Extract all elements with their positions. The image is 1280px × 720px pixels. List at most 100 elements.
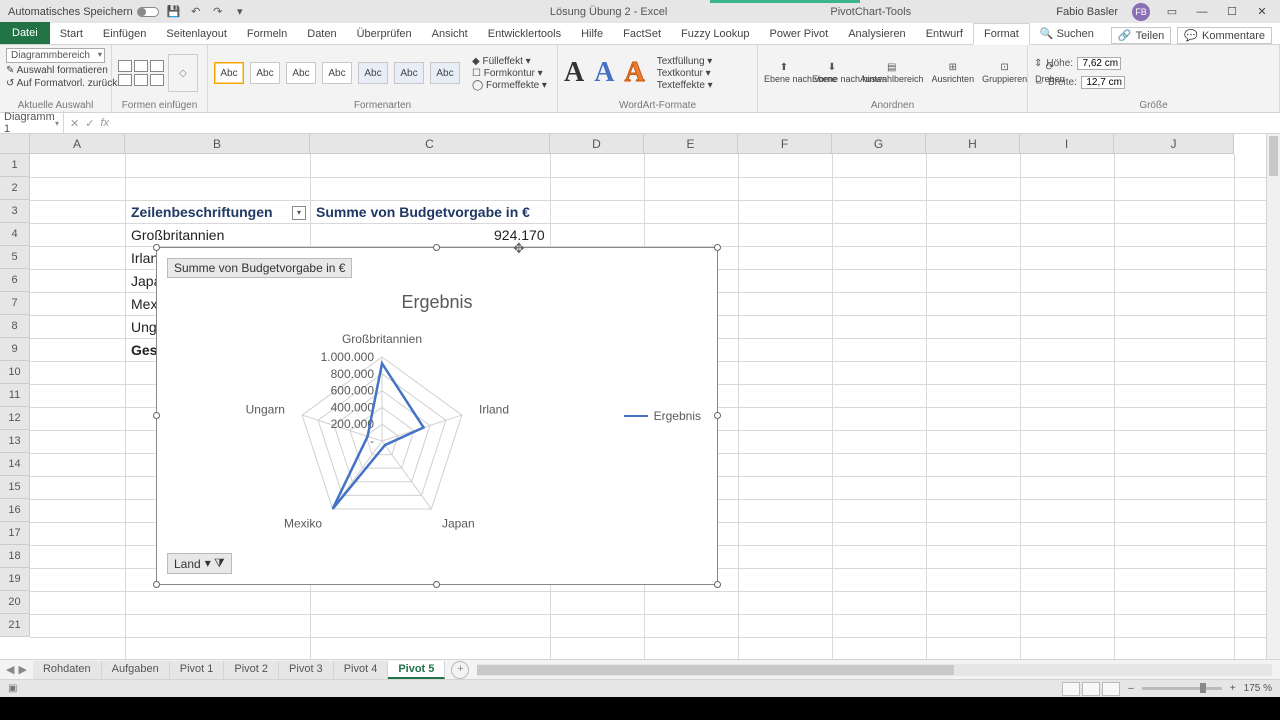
- tab-datei[interactable]: Datei: [0, 22, 50, 44]
- group-icon[interactable]: ⊡: [1000, 62, 1008, 73]
- row-header[interactable]: 3: [0, 200, 30, 223]
- fx-icon[interactable]: fx: [100, 117, 109, 130]
- row-header[interactable]: 20: [0, 591, 30, 614]
- cancel-formula-icon[interactable]: ✕: [70, 117, 79, 130]
- column-header[interactable]: A: [30, 134, 125, 154]
- zoom-level[interactable]: 175 %: [1244, 683, 1272, 694]
- close-icon[interactable]: ✕: [1254, 5, 1270, 18]
- record-macro-icon[interactable]: ▣: [0, 683, 25, 694]
- row-header[interactable]: 5: [0, 246, 30, 269]
- share-button[interactable]: 🔗 Teilen: [1111, 27, 1171, 44]
- tab-ueberpruefen[interactable]: Überprüfen: [347, 24, 422, 44]
- undo-icon[interactable]: ↶: [189, 5, 203, 19]
- horizontal-scrollbar[interactable]: [477, 664, 1272, 676]
- chart-element-dropdown[interactable]: Diagrammbereich: [6, 48, 105, 63]
- tab-entwurf[interactable]: Entwurf: [916, 24, 973, 44]
- redo-icon[interactable]: ↷: [211, 5, 225, 19]
- page-break-view-icon[interactable]: [1102, 682, 1120, 696]
- text-effects-button[interactable]: Texteffekte ▾: [657, 80, 713, 91]
- ribbon-display-icon[interactable]: ▭: [1164, 5, 1180, 18]
- tab-format[interactable]: Format: [973, 23, 1030, 45]
- sheet-tab[interactable]: Aufgaben: [102, 661, 170, 679]
- sheet-nav-prev-icon[interactable]: ◀: [6, 663, 14, 676]
- enter-formula-icon[interactable]: ✓: [85, 117, 94, 130]
- chart-title[interactable]: Ergebnis: [157, 292, 717, 313]
- sheet-tab[interactable]: Pivot 4: [334, 661, 389, 679]
- row-header[interactable]: 9: [0, 338, 30, 361]
- tab-fuzzy-lookup[interactable]: Fuzzy Lookup: [671, 24, 759, 44]
- column-header[interactable]: B: [125, 134, 310, 154]
- column-header[interactable]: G: [832, 134, 926, 154]
- text-outline-button[interactable]: Textkontur ▾: [657, 68, 713, 79]
- row-header[interactable]: 2: [0, 177, 30, 200]
- column-header[interactable]: J: [1114, 134, 1234, 154]
- shape-effects-button[interactable]: ◯ Formeffekte ▾: [472, 80, 547, 91]
- add-sheet-button[interactable]: +: [451, 661, 469, 679]
- select-all-corner[interactable]: [0, 134, 30, 154]
- selection-pane-icon[interactable]: ▤: [887, 62, 896, 73]
- change-shape-button[interactable]: ◇: [168, 54, 198, 92]
- text-fill-button[interactable]: Textfüllung ▾: [657, 56, 713, 67]
- sheet-tab[interactable]: Rohdaten: [33, 661, 102, 679]
- page-layout-view-icon[interactable]: [1082, 682, 1100, 696]
- shape-height-input[interactable]: [1077, 57, 1121, 70]
- row-header[interactable]: 18: [0, 545, 30, 568]
- tab-seitenlayout[interactable]: Seitenlayout: [156, 24, 237, 44]
- column-header[interactable]: I: [1020, 134, 1114, 154]
- tab-einfuegen[interactable]: Einfügen: [93, 24, 156, 44]
- column-header[interactable]: H: [926, 134, 1020, 154]
- chart-legend[interactable]: Ergebnis: [624, 409, 701, 423]
- pivot-chart[interactable]: Summe von Budgetvorgabe in € Ergebnis Er…: [156, 247, 718, 585]
- sheet-tab[interactable]: Pivot 3: [279, 661, 334, 679]
- wordart-gallery[interactable]: AAA: [564, 57, 645, 89]
- zoom-slider[interactable]: [1142, 687, 1222, 690]
- sheet-tab[interactable]: Pivot 2: [224, 661, 279, 679]
- sheet-tab[interactable]: Pivot 5: [388, 661, 445, 679]
- column-header[interactable]: E: [644, 134, 738, 154]
- shape-outline-button[interactable]: ☐ Formkontur ▾: [472, 68, 547, 79]
- save-icon[interactable]: 💾: [167, 5, 181, 19]
- value-field-button[interactable]: Summe von Budgetvorgabe in €: [167, 258, 352, 278]
- bring-forward-icon[interactable]: ⬆: [780, 62, 788, 73]
- tab-analysieren[interactable]: Analysieren: [838, 24, 915, 44]
- qat-customize-icon[interactable]: ▾: [233, 5, 247, 19]
- tab-hilfe[interactable]: Hilfe: [571, 24, 613, 44]
- column-header[interactable]: F: [738, 134, 832, 154]
- normal-view-icon[interactable]: [1062, 682, 1080, 696]
- autosave-toggle[interactable]: Automatisches Speichern: [8, 6, 159, 18]
- row-header[interactable]: 13: [0, 430, 30, 453]
- row-header[interactable]: 10: [0, 361, 30, 384]
- row-labels-filter-icon[interactable]: ▾: [292, 206, 306, 220]
- zoom-in-icon[interactable]: +: [1230, 683, 1236, 694]
- row-header[interactable]: 16: [0, 499, 30, 522]
- comments-button[interactable]: 💬 Kommentare: [1177, 27, 1272, 44]
- avatar[interactable]: FB: [1132, 3, 1150, 21]
- shape-style-gallery[interactable]: Abc Abc Abc Abc Abc Abc Abc: [214, 62, 460, 84]
- row-header[interactable]: 12: [0, 407, 30, 430]
- row-header[interactable]: 4: [0, 223, 30, 246]
- row-header[interactable]: 17: [0, 522, 30, 545]
- row-header[interactable]: 6: [0, 269, 30, 292]
- vertical-scrollbar[interactable]: [1266, 134, 1280, 659]
- tab-power-pivot[interactable]: Power Pivot: [760, 24, 839, 44]
- column-header[interactable]: C: [310, 134, 550, 154]
- row-header[interactable]: 8: [0, 315, 30, 338]
- worksheet-grid[interactable]: ABCDEFGHIJ 12345678910111213141516171819…: [0, 134, 1280, 659]
- tab-factset[interactable]: FactSet: [613, 24, 671, 44]
- format-selection-button[interactable]: ✎ Auswahl formatieren: [6, 65, 108, 76]
- reset-style-button[interactable]: ↺ Auf Formatvorl. zurücks.: [6, 78, 125, 89]
- row-header[interactable]: 14: [0, 453, 30, 476]
- column-header[interactable]: D: [550, 134, 644, 154]
- row-header[interactable]: 15: [0, 476, 30, 499]
- row-header[interactable]: 19: [0, 568, 30, 591]
- tab-daten[interactable]: Daten: [297, 24, 346, 44]
- tab-ansicht[interactable]: Ansicht: [422, 24, 478, 44]
- shape-gallery[interactable]: [118, 60, 164, 86]
- row-header[interactable]: 11: [0, 384, 30, 407]
- send-backward-icon[interactable]: ⬇: [828, 62, 836, 73]
- zoom-out-icon[interactable]: –: [1128, 683, 1134, 694]
- sheet-nav-next-icon[interactable]: ▶: [18, 663, 26, 676]
- tab-suchen[interactable]: 🔍 Suchen: [1030, 23, 1104, 44]
- shape-fill-button[interactable]: ◆ Fülleffekt ▾: [472, 56, 547, 67]
- sheet-tab[interactable]: Pivot 1: [170, 661, 225, 679]
